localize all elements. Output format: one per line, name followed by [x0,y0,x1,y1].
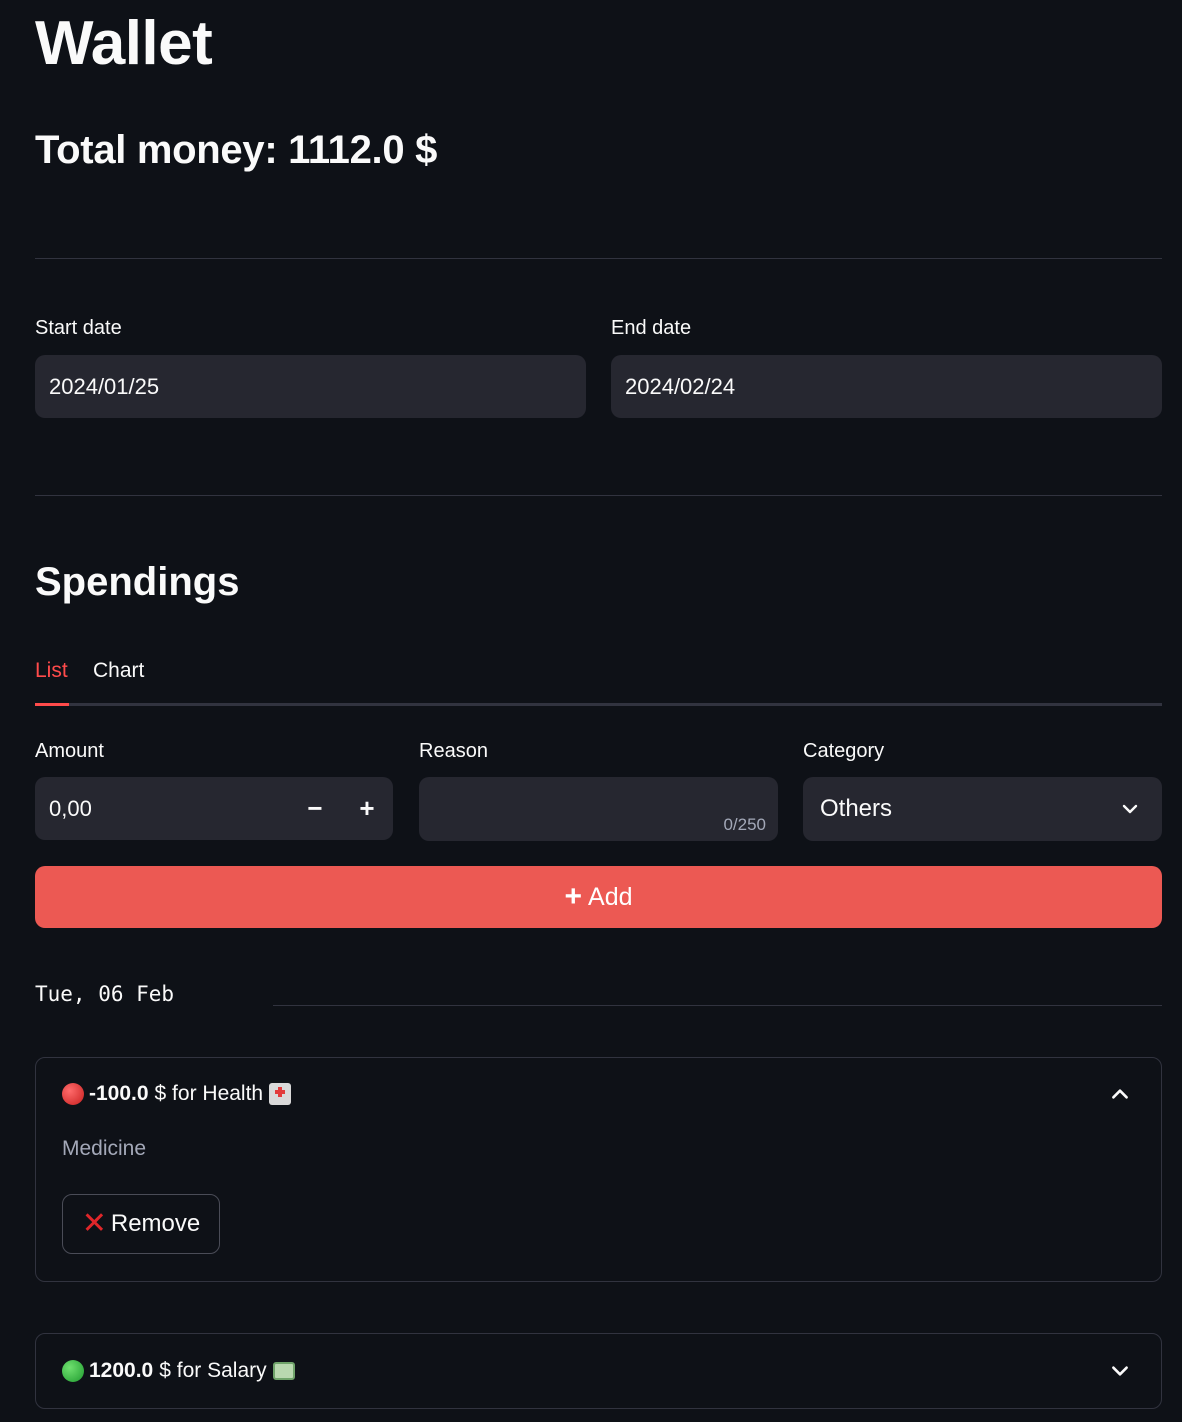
entry-amount: -100.0 [89,1082,149,1105]
end-date-label: End date [611,317,692,339]
dollar-banknote-icon [272,1362,295,1380]
spendings-title: Spendings [35,560,240,604]
end-date-value: 2024/02/24 [625,373,736,399]
amount-input[interactable]: 0,00 [49,796,289,822]
divider [35,258,1162,259]
add-button[interactable]: + Add [35,866,1162,928]
start-date-label: Start date [35,317,122,339]
tab-bar [35,703,1162,706]
green-circle-icon [62,1360,84,1382]
plus-icon: + [564,880,583,913]
increment-button[interactable]: + [341,777,393,840]
end-date-input[interactable]: 2024/02/24 [611,355,1162,418]
cross-mark-icon: ✕ [81,1207,107,1240]
reason-input[interactable]: 0/250 [419,777,778,841]
total-money: Total money: 1112.0 $ [35,128,438,172]
divider [35,495,1162,496]
category-select[interactable]: Others [803,777,1162,841]
entry-text: $ for Salary [159,1359,267,1382]
reason-char-counter: 0/250 [723,815,766,834]
date-divider [273,1005,1162,1006]
category-label: Category [803,740,885,762]
red-circle-icon [62,1083,84,1105]
page-title: Wallet [35,9,213,78]
chevron-down-icon[interactable] [1109,1360,1131,1382]
amount-stepper[interactable]: 0,00 − + [35,777,393,840]
add-button-label: Add [588,882,633,911]
start-date-value: 2024/01/25 [49,373,160,399]
date-group-header: Tue, 06 Feb [35,982,175,1006]
tab-active-indicator [35,703,69,706]
reason-label: Reason [419,740,488,762]
entry-expander[interactable]: 1200.0 $ for Salary [35,1333,1162,1409]
start-date-input[interactable]: 2024/01/25 [35,355,586,418]
tab-list[interactable]: List [35,659,68,683]
category-value: Others [820,795,893,822]
chevron-up-icon[interactable] [1109,1083,1131,1105]
entry-header[interactable]: -100.0 $ for Health [62,1082,292,1106]
wallet-page: Wallet Total money: 1112.0 $ Start date … [0,0,1182,1422]
hospital-icon [269,1083,292,1105]
entry-header[interactable]: 1200.0 $ for Salary [62,1359,295,1383]
entry-amount: 1200.0 [89,1359,154,1382]
tab-chart[interactable]: Chart [93,659,144,683]
entry-text: $ for Health [154,1082,264,1105]
remove-button-label: Remove [110,1210,201,1237]
remove-button[interactable]: ✕ Remove [62,1194,220,1254]
amount-label: Amount [35,740,104,762]
entry-reason: Medicine [62,1137,147,1160]
chevron-down-icon [1122,804,1138,814]
decrement-button[interactable]: − [289,777,341,840]
